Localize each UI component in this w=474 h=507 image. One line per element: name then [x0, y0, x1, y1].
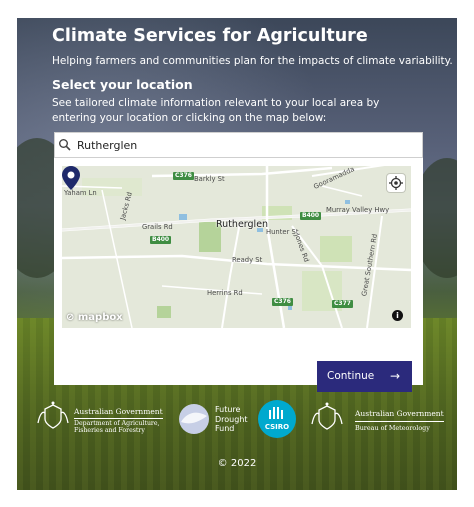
arrow-right-icon: → [389, 369, 400, 383]
map-label: Murray Valley Hwy [326, 206, 390, 214]
future-drought-fund-logo: Future Drought Fund [215, 405, 248, 433]
bom-logo: Australian Government Bureau of Meteorol… [355, 409, 444, 432]
road-shield: C377 [332, 300, 353, 308]
crosshair-icon [389, 176, 403, 190]
location-heading: Select your location [52, 77, 193, 92]
copyright: © 2022 [217, 458, 257, 469]
mapbox-logo-icon: ⊘ [66, 312, 75, 323]
road-shield: B400 [150, 236, 172, 244]
location-pin-icon[interactable] [62, 166, 80, 190]
map-label: Grails Rd [142, 223, 173, 231]
road-shield: C376 [173, 172, 194, 180]
map-town-label: Rutherglen [216, 219, 269, 230]
csiro-logo: CSIRO [258, 400, 296, 438]
csiro-icon [269, 407, 283, 419]
location-card: Barkly St Yaham Ln Jacks Rd Grails Rd Mu… [54, 132, 423, 392]
australian-crest-icon [37, 401, 69, 429]
page-subtitle: Helping farmers and communities plan for… [52, 55, 453, 67]
agriculture-gov-logo: Australian Government Department of Agri… [74, 407, 163, 434]
map-label: Herrins Rd [207, 289, 243, 297]
search-icon [59, 139, 71, 151]
location-map[interactable]: Barkly St Yaham Ln Jacks Rd Grails Rd Mu… [62, 166, 411, 328]
map-canvas [62, 166, 411, 328]
road-shield: B400 [300, 212, 322, 220]
road-shield: C376 [272, 298, 293, 306]
location-search[interactable] [54, 132, 423, 158]
mapbox-attribution[interactable]: ⊘ mapbox [66, 312, 123, 323]
australian-crest-icon [311, 402, 343, 430]
hero-background: Climate Services for Agriculture Helping… [17, 18, 457, 490]
geolocate-button[interactable] [387, 174, 405, 192]
map-label: Yaham Ln [64, 189, 97, 197]
continue-button[interactable]: Continue → [317, 361, 412, 392]
map-info-button[interactable]: i [392, 310, 403, 321]
page-title: Climate Services for Agriculture [52, 26, 368, 46]
future-drought-fund-icon [179, 404, 209, 434]
map-label: Barkly St [194, 175, 225, 183]
location-description: See tailored climate information relevan… [52, 97, 380, 124]
map-label: Ready St [232, 256, 263, 264]
continue-label: Continue [327, 370, 375, 382]
location-search-input[interactable] [77, 136, 407, 154]
